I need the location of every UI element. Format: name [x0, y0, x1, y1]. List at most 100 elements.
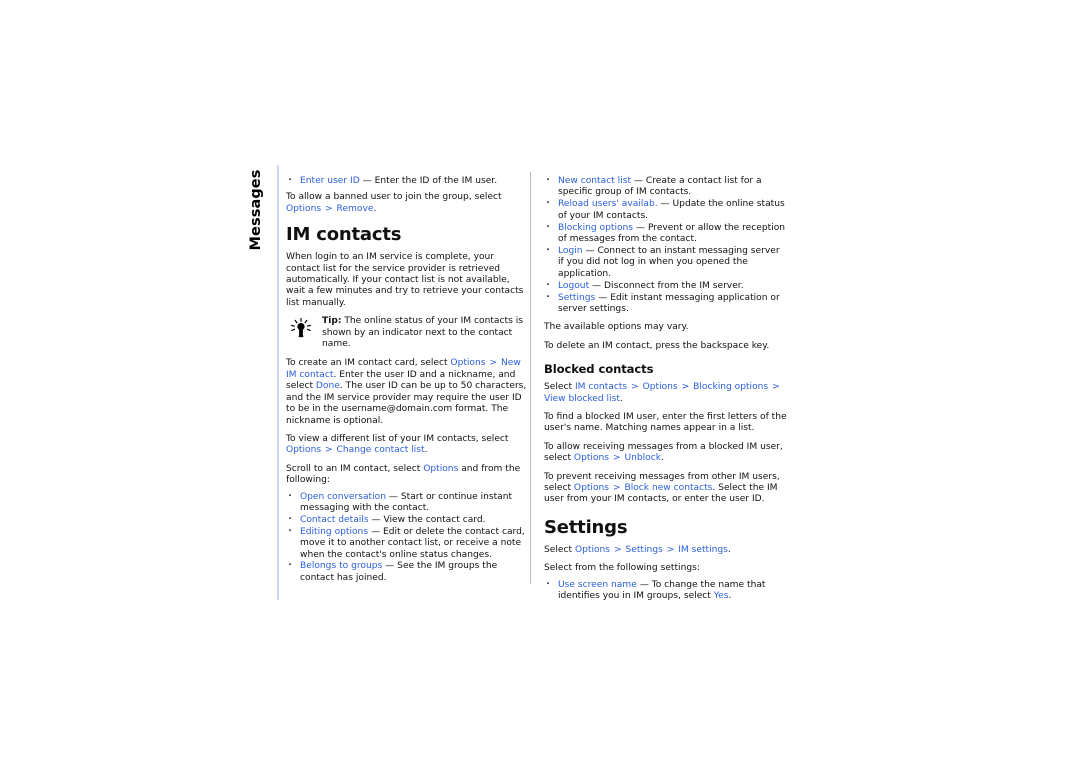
lightbulb-icon: [286, 317, 316, 339]
ui-term-options: Options: [642, 382, 678, 393]
ui-term-options: Options: [574, 544, 611, 555]
ui-term-use-screen-name: Use screen name: [558, 579, 637, 590]
dash-glyph: —: [635, 222, 646, 233]
path-separator: >: [666, 544, 675, 555]
ui-term-unblock: Unblock: [624, 453, 662, 464]
list-item: Logout — Disconnect from the IM server.: [544, 280, 788, 292]
dash-glyph: —: [362, 176, 372, 186]
text-run: .: [728, 591, 732, 602]
ui-term-im-settings: IM settings: [678, 544, 728, 555]
ui-term-editing-options: Editing options: [300, 526, 369, 537]
dash-glyph: —: [660, 199, 670, 210]
ui-term-reload-users-availab: Reload users' availab.: [558, 199, 658, 210]
list-item-desc: View the contact card.: [383, 514, 486, 525]
ui-term-settings: Settings: [625, 544, 663, 555]
page-title-settings: Settings: [544, 516, 628, 538]
dash-glyph: —: [598, 292, 608, 303]
ui-term-belongs-to-groups: Belongs to groups: [300, 561, 383, 572]
allow-messages-paragraph: To allow receiving messages from a block…: [544, 442, 788, 465]
tip-body-text: The online status of your IM contacts is…: [322, 316, 523, 350]
ui-term-im-contacts: IM contacts: [574, 382, 628, 393]
ui-term-remove: Remove: [336, 203, 374, 214]
ui-term-enter-user-id: Enter user ID: [300, 176, 360, 186]
dash-glyph: —: [388, 491, 398, 502]
list-item: Login — Connect to an instant messaging …: [544, 245, 788, 280]
path-separator: >: [681, 382, 690, 393]
ui-term-options: Options: [573, 483, 610, 494]
dash-glyph: —: [370, 526, 381, 537]
manual-page: Messages Enter user ID — Enter the ID of…: [0, 0, 1080, 763]
list-item: Reload users' availab. — Update the onli…: [544, 198, 788, 222]
settings-options-list: Use screen name — To change the name tha…: [544, 579, 788, 603]
list-item: Editing options — Edit or delete the con…: [286, 526, 530, 561]
path-separator: >: [325, 203, 333, 214]
section-heading-blocked-contacts: Blocked contacts: [544, 362, 654, 377]
list-item: Use screen name — To change the name tha…: [544, 579, 788, 603]
create-contact-card-paragraph: To create an IM contact card, select Opt…: [286, 358, 530, 426]
text-run: .: [619, 393, 623, 404]
text-run: .: [424, 445, 428, 456]
list-item: New contact list — Create a contact list…: [544, 175, 788, 199]
ui-term-login: Login: [558, 245, 583, 256]
scroll-contact-paragraph: Scroll to an IM contact, select Options …: [286, 464, 530, 487]
enter-user-id-list: Enter user ID — Enter the ID of the IM u…: [286, 175, 530, 187]
ui-term-contact-details: Contact details: [300, 514, 369, 525]
page-title-im-contacts: IM contacts: [286, 224, 402, 246]
dash-glyph: —: [633, 176, 644, 186]
delete-contact-paragraph: To delete an IM contact, press the backs…: [544, 340, 770, 351]
list-item-desc: Disconnect from the IM server.: [604, 280, 744, 291]
ui-term-block-new-contacts: Block new contacts: [624, 483, 713, 494]
list-item: Open conversation — Start or continue in…: [286, 491, 530, 515]
blocked-list-path-paragraph: Select IM contacts > Options > Blocking …: [544, 382, 788, 405]
ui-term-options: Options: [286, 203, 322, 214]
banned-user-paragraph: To allow a banned user to join the group…: [286, 192, 530, 215]
ui-term-settings: Settings: [558, 292, 596, 303]
text-run: Select: [544, 382, 575, 393]
list-item: Blocking options — Prevent or allow the …: [544, 222, 788, 246]
dash-glyph: —: [371, 514, 381, 525]
left-margin-rule: [277, 165, 279, 600]
dash-glyph: —: [639, 579, 649, 590]
path-separator: >: [612, 483, 621, 494]
settings-path-paragraph: Select Options > Settings > IM settings.: [544, 545, 788, 556]
dash-glyph: —: [592, 280, 602, 291]
text-run: To allow a banned user to join the group…: [286, 192, 502, 203]
contact-options-list: Open conversation — Start or continue in…: [286, 491, 530, 585]
chapter-tab-label: Messages: [248, 169, 264, 251]
ui-term-open-conversation: Open conversation: [300, 491, 386, 502]
path-separator: >: [772, 382, 780, 393]
ui-term-blocking-options: Blocking options: [693, 382, 769, 393]
intro-paragraph: When login to an IM service is complete,…: [286, 252, 524, 308]
list-item: Enter user ID — Enter the ID of the IM u…: [286, 175, 530, 187]
view-different-list-paragraph: To view a different list of your IM cont…: [286, 434, 530, 457]
tip-label: Tip:: [322, 316, 342, 327]
list-item: Contact details — View the contact card.: [286, 514, 530, 526]
ui-term-options: Options: [286, 445, 322, 456]
ui-term-done: Done: [315, 381, 340, 392]
text-run: Select: [544, 544, 575, 555]
left-column: Enter user ID — Enter the ID of the IM u…: [286, 175, 530, 591]
text-run: .: [727, 544, 731, 555]
dash-glyph: —: [585, 245, 595, 256]
ui-term-new-contact-list: New contact list: [558, 176, 632, 186]
ui-term-logout: Logout: [558, 280, 590, 291]
dash-glyph: —: [385, 561, 395, 572]
path-separator: >: [489, 358, 498, 369]
tip-callout: Tip: The online status of your IM contac…: [286, 316, 530, 350]
path-separator: >: [631, 382, 639, 393]
ui-term-options: Options: [573, 453, 610, 464]
list-item: Settings — Edit instant messaging applic…: [544, 292, 788, 316]
right-column: New contact list — Create a contact list…: [544, 175, 788, 609]
ui-term-change-contact-list: Change contact list: [336, 445, 425, 456]
path-separator: >: [325, 445, 333, 456]
ui-term-options: Options: [423, 463, 459, 474]
column-divider-rule: [530, 172, 531, 584]
im-contacts-options-list: New contact list — Create a contact list…: [544, 175, 788, 316]
list-item-desc: Enter the ID of the IM user.: [374, 176, 498, 186]
text-run: To create an IM contact card, select: [286, 358, 451, 369]
ui-term-yes: Yes: [713, 591, 729, 602]
chapter-tab: Messages: [243, 168, 269, 278]
list-item: Belongs to groups — See the IM groups th…: [286, 560, 530, 584]
text-run: .: [373, 203, 377, 214]
ui-term-view-blocked-list: View blocked list: [544, 393, 620, 404]
